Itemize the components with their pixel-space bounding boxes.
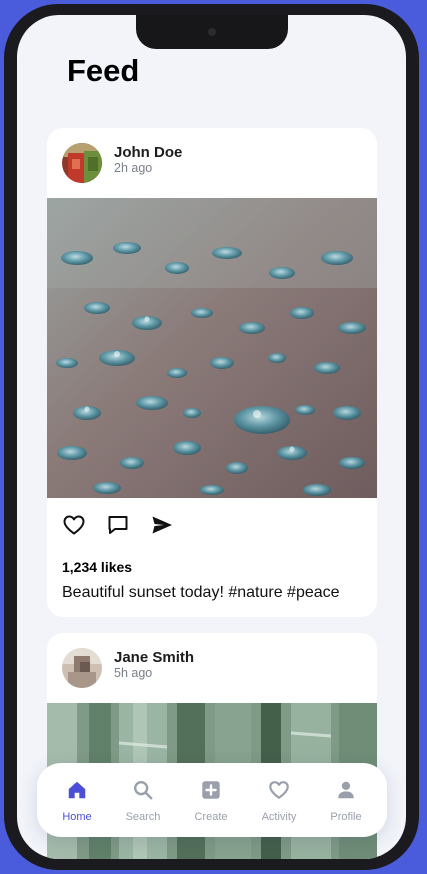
nav-label-create: Create (194, 811, 228, 823)
post-username[interactable]: Jane Smith (114, 649, 194, 666)
phone-frame: Feed John Doe 2h ago 1,234 likes Beautif… (4, 4, 419, 870)
post-header: John Doe 2h ago (47, 128, 377, 198)
post-caption: Beautiful sunset today! #nature #peace (62, 584, 340, 601)
post-timestamp: 2h ago (114, 161, 153, 175)
nav-label-search: Search (125, 811, 161, 823)
heart-icon[interactable] (62, 513, 86, 537)
app-screen: Feed John Doe 2h ago 1,234 likes Beautif… (17, 15, 406, 859)
nav-create[interactable]: Create (176, 763, 246, 837)
nav-label-home: Home (62, 811, 92, 823)
nav-search[interactable]: Search (108, 763, 178, 837)
send-icon[interactable] (150, 513, 174, 537)
nav-activity[interactable]: Activity (244, 763, 314, 837)
post-image[interactable] (47, 198, 377, 498)
nav-label-activity: Activity (261, 811, 297, 823)
home-icon (68, 781, 86, 799)
user-avatar[interactable] (62, 648, 102, 688)
person-icon (338, 781, 354, 799)
bottom-nav: Home Search Create Activity Profile (37, 763, 387, 837)
nav-home[interactable]: Home (42, 763, 112, 837)
post-timestamp: 5h ago (114, 666, 153, 680)
notch (136, 15, 288, 49)
user-avatar[interactable] (62, 143, 102, 183)
post-card: John Doe 2h ago 1,234 likes Beautiful su… (47, 128, 377, 617)
plus-square-icon (202, 781, 220, 799)
heart-icon (269, 781, 289, 799)
search-icon (134, 781, 153, 800)
nav-profile[interactable]: Profile (311, 763, 381, 837)
comment-icon[interactable] (106, 513, 130, 537)
likes-count: 1,234 likes (62, 559, 133, 575)
nav-label-profile: Profile (330, 811, 362, 823)
front-camera (208, 28, 216, 36)
post-header: Jane Smith 5h ago (47, 633, 377, 703)
post-username[interactable]: John Doe (114, 144, 182, 161)
page-title: Feed (67, 53, 140, 88)
